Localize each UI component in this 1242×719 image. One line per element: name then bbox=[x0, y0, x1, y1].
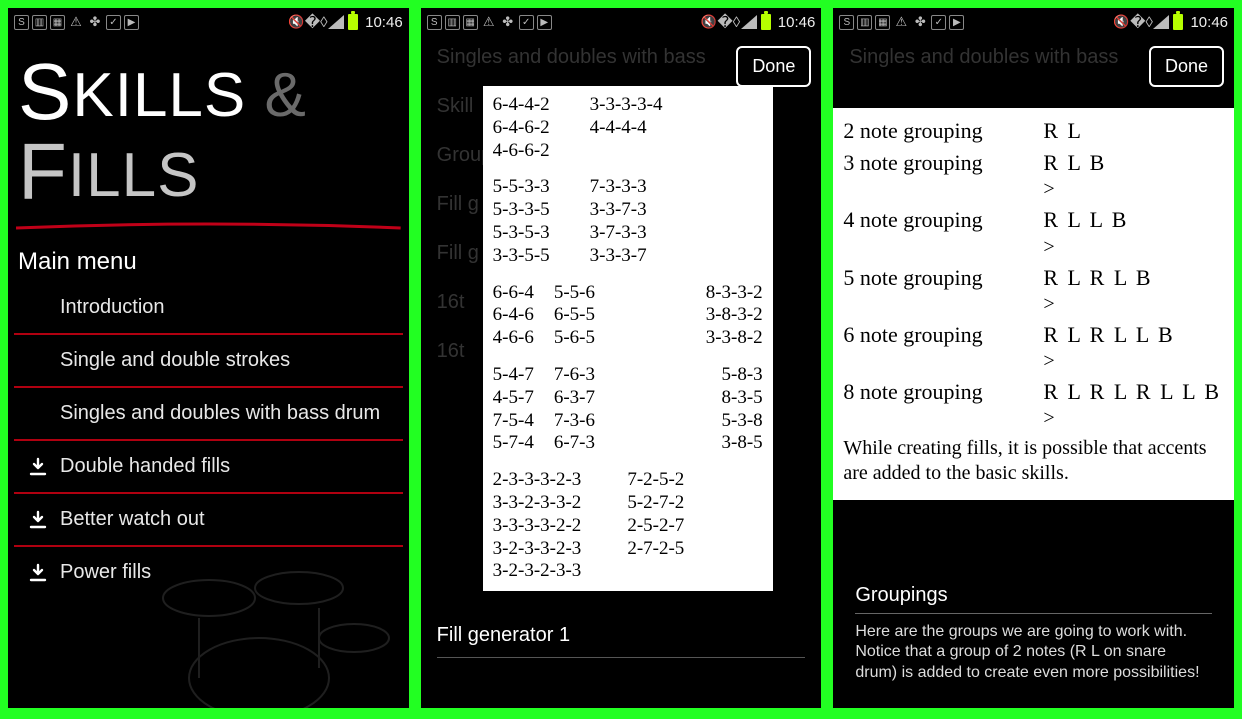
play-store-icon: ▶ bbox=[537, 15, 552, 30]
fan-icon: ✤ bbox=[500, 14, 516, 30]
menu-item-label: Double handed fills bbox=[60, 455, 230, 478]
grouping-row: 2 note grouping R L bbox=[843, 118, 1224, 144]
grouping-row: 3 note grouping R L B> bbox=[843, 150, 1224, 201]
done-button[interactable]: Done bbox=[1149, 46, 1224, 87]
wifi-icon: �◊ bbox=[308, 14, 324, 30]
main-menu-header: Main menu bbox=[14, 240, 403, 282]
menu-item-single-double-strokes[interactable]: Single and double strokes bbox=[14, 335, 403, 388]
image-icon: ▦ bbox=[875, 15, 890, 30]
doc-icon: ▥ bbox=[857, 15, 872, 30]
device-fill-generator: S ▥ ▦ ⚠ ✤ ✓ ▶ 🔇 �◊ 10:46 Singles and dou… bbox=[421, 8, 822, 708]
signal-icon bbox=[1153, 15, 1169, 29]
play-store-icon: ▶ bbox=[949, 15, 964, 30]
battery-icon bbox=[348, 14, 358, 30]
grouping-row: 8 note grouping R L R L R L L B> bbox=[843, 379, 1224, 430]
warning-icon: ⚠ bbox=[893, 14, 909, 30]
groupings-box-text: Here are the groups we are going to work… bbox=[855, 622, 1212, 684]
shop-icon: ✓ bbox=[931, 15, 946, 30]
fill-codes-panel[interactable]: 6-4-4-23-3-3-3-4 6-4-6-24-4-4-4 4-6-6-2 … bbox=[483, 86, 773, 591]
menu-item-label: Introduction bbox=[60, 296, 165, 319]
signal-icon bbox=[328, 15, 344, 29]
shop-icon: ✓ bbox=[106, 15, 121, 30]
grouping-row: 5 note grouping R L R L B> bbox=[843, 265, 1224, 316]
grouping-row: 6 note grouping R L R L L B> bbox=[843, 322, 1224, 373]
device-groupings: S ▥ ▦ ⚠ ✤ ✓ ▶ 🔇 �◊ 10:46 Singles and dou… bbox=[833, 8, 1234, 708]
drums-decor bbox=[139, 538, 399, 708]
image-icon: ▦ bbox=[50, 15, 65, 30]
device-main-menu: S ▥ ▦ ⚠ ✤ ✓ ▶ 🔇 �◊ 10:46 SKILLS & FILLS … bbox=[8, 8, 409, 708]
menu-item-introduction[interactable]: Introduction bbox=[14, 282, 403, 335]
mute-icon: 🔇 bbox=[288, 14, 304, 30]
signal-icon bbox=[741, 15, 757, 29]
clock: 10:46 bbox=[365, 14, 403, 31]
app-logo: SKILLS & FILLS bbox=[14, 42, 403, 216]
shop-icon: ✓ bbox=[519, 15, 534, 30]
status-bar: S ▥ ▦ ⚠ ✤ ✓ ▶ 🔇 �◊ 10:46 bbox=[8, 8, 409, 36]
menu-item-singles-doubles-bass[interactable]: Singles and doubles with bass drum bbox=[14, 388, 403, 441]
doc-icon: ▥ bbox=[445, 15, 460, 30]
done-button[interactable]: Done bbox=[736, 46, 811, 87]
grouping-row: 4 note grouping R L L B> bbox=[843, 207, 1224, 258]
status-bar: S ▥ ▦ ⚠ ✤ ✓ ▶ 🔇 �◊ 10:46 bbox=[421, 8, 822, 36]
groupings-note: While creating fills, it is possible tha… bbox=[843, 436, 1224, 486]
wifi-icon: �◊ bbox=[721, 14, 737, 30]
warning-icon: ⚠ bbox=[481, 14, 497, 30]
download-icon bbox=[28, 457, 48, 477]
menu-item-label: Single and double strokes bbox=[60, 349, 290, 372]
battery-icon bbox=[1173, 14, 1183, 30]
groupings-box-title: Groupings bbox=[855, 584, 1212, 614]
battery-icon bbox=[761, 14, 771, 30]
doc-icon: ▥ bbox=[32, 15, 47, 30]
menu-item-double-handed-fills[interactable]: Double handed fills bbox=[14, 441, 403, 494]
menu-item-label: Singles and doubles with bass drum bbox=[60, 402, 380, 425]
play-store-icon: ▶ bbox=[124, 15, 139, 30]
menu-item-label: Better watch out bbox=[60, 508, 205, 531]
clock: 10:46 bbox=[1190, 14, 1228, 31]
groupings-explainer-box: Groupings Here are the groups we are goi… bbox=[843, 574, 1224, 698]
clock: 10:46 bbox=[778, 14, 816, 31]
fan-icon: ✤ bbox=[87, 14, 103, 30]
fan-icon: ✤ bbox=[912, 14, 928, 30]
divider-red bbox=[16, 222, 401, 230]
mute-icon: 🔇 bbox=[1113, 14, 1129, 30]
groupings-panel[interactable]: 2 note grouping R L 3 note grouping R L … bbox=[833, 108, 1234, 500]
download-icon bbox=[28, 563, 48, 583]
image-icon: ▦ bbox=[463, 15, 478, 30]
sync-icon: S bbox=[427, 15, 442, 30]
sync-icon: S bbox=[839, 15, 854, 30]
sync-icon: S bbox=[14, 15, 29, 30]
wifi-icon: �◊ bbox=[1133, 14, 1149, 30]
warning-icon: ⚠ bbox=[68, 14, 84, 30]
download-icon bbox=[28, 510, 48, 530]
menu-item-label: Power fills bbox=[60, 561, 151, 584]
status-bar: S ▥ ▦ ⚠ ✤ ✓ ▶ 🔇 �◊ 10:46 bbox=[833, 8, 1234, 36]
mute-icon: 🔇 bbox=[701, 14, 717, 30]
fill-generator-footer[interactable]: Fill generator 1 bbox=[437, 624, 806, 658]
